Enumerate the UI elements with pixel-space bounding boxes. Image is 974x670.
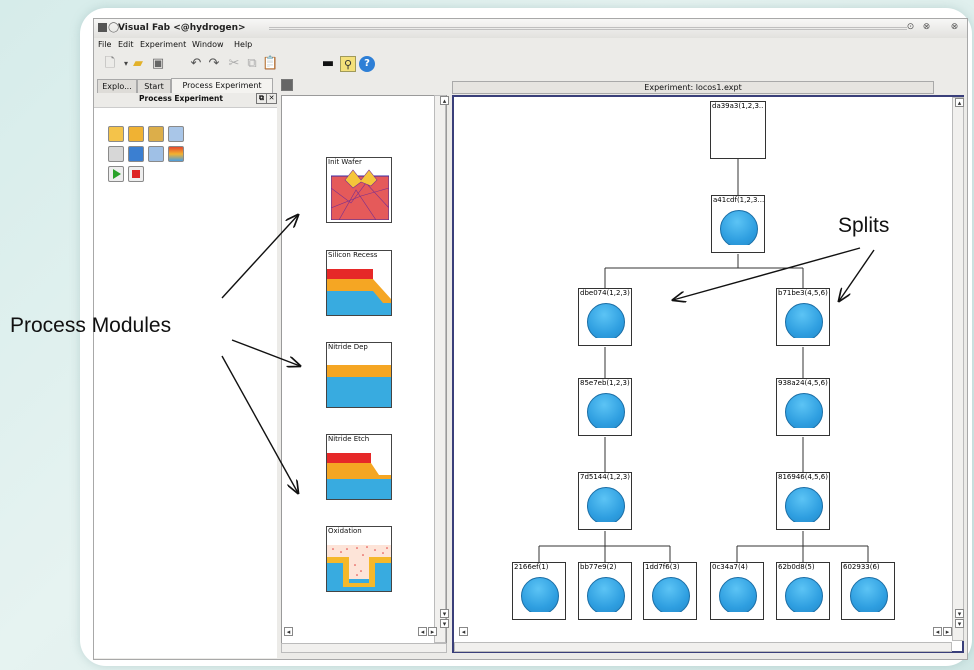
splits-annotation: Splits (838, 214, 890, 237)
process-modules-annotation: Process Modules (10, 314, 172, 337)
